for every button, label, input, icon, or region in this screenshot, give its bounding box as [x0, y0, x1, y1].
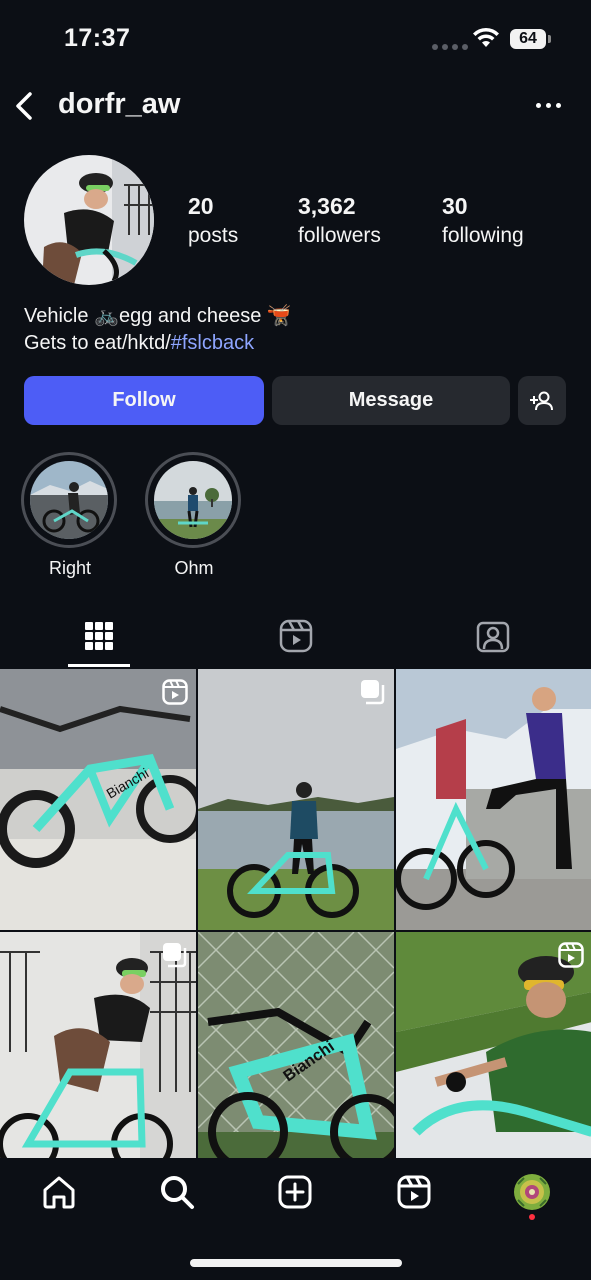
stat-posts: 20 posts [188, 193, 238, 248]
bio-line-1: Vehicle 🚲egg and cheese 🫕 [24, 305, 292, 327]
stat-label: following [442, 224, 524, 247]
reels-icon [397, 1175, 431, 1209]
add-user-icon [530, 391, 553, 410]
fondue-emoji: 🫕 [266, 305, 292, 327]
nav-home[interactable] [39, 1172, 79, 1212]
chevron-left-icon[interactable] [10, 86, 40, 126]
search-icon [161, 1176, 194, 1209]
highlight-cover [30, 461, 108, 539]
profile-bio: Vehicle 🚲egg and cheese 🫕 Gets to eat/hk… [24, 303, 292, 357]
tab-posts-grid[interactable] [0, 606, 197, 666]
stat-label: followers [298, 224, 381, 247]
carousel-icon [361, 680, 385, 705]
tab-tagged[interactable] [394, 606, 591, 666]
profile-tabs [0, 606, 591, 668]
wifi-icon [473, 27, 499, 47]
message-button[interactable]: Message [272, 376, 510, 425]
reel-icon [162, 679, 188, 705]
stat-value: 3,362 [298, 193, 356, 219]
stat-label: posts [188, 224, 239, 247]
profile-icon [514, 1174, 550, 1210]
reels-icon [279, 619, 312, 653]
reel-icon [558, 942, 584, 968]
stat-value: 30 [442, 193, 468, 219]
highlight-cover [154, 461, 232, 539]
tagged-icon [476, 621, 509, 653]
bicycle-emoji: 🚲 [94, 305, 119, 327]
signal-dots-icon [432, 44, 468, 50]
notification-dot [529, 1214, 535, 1220]
bio-hashtag-link[interactable]: #fslcback [171, 332, 254, 354]
profile-header: dorfr_aw [0, 80, 591, 132]
status-time: 17:37 [64, 24, 131, 52]
post-thumbnail[interactable] [396, 669, 591, 930]
create-icon [278, 1175, 312, 1209]
status-bar: 17:37 64 [0, 0, 591, 80]
tab-reels[interactable] [197, 606, 394, 666]
add-user-button[interactable] [518, 376, 566, 425]
story-highlight[interactable]: Right [21, 452, 119, 579]
carousel-icon [163, 943, 187, 968]
post-thumbnail[interactable]: Bianchi [198, 932, 394, 1193]
nav-reels[interactable] [394, 1172, 434, 1212]
home-indicator [190, 1259, 402, 1267]
post-thumbnail[interactable] [396, 932, 591, 1193]
nav-profile[interactable] [512, 1172, 552, 1212]
highlight-label: Ohm [174, 558, 214, 578]
grid-icon [84, 622, 113, 650]
post-thumbnail[interactable] [198, 669, 394, 930]
story-highlight[interactable]: Ohm [145, 452, 243, 579]
nav-create[interactable] [275, 1172, 315, 1212]
profile-username: dorfr_aw [58, 88, 181, 120]
post-thumbnail[interactable] [0, 932, 196, 1193]
battery-icon: 64 [510, 29, 551, 49]
nav-search[interactable] [157, 1172, 197, 1212]
bio-line-2: Gets to eat/hktd/#fslcback [24, 332, 255, 354]
active-tab-indicator [68, 664, 130, 667]
stat-following[interactable]: 30 following [442, 193, 524, 248]
more-horizontal-icon[interactable] [530, 90, 566, 120]
profile-avatar[interactable] [24, 155, 154, 285]
stat-followers[interactable]: 3,362 followers [298, 193, 381, 248]
highlight-label: Right [48, 558, 92, 578]
home-icon [43, 1176, 75, 1209]
post-thumbnail[interactable]: Bianchi [0, 669, 196, 930]
follow-button[interactable]: Follow [24, 376, 264, 425]
stat-value: 20 [188, 193, 214, 219]
